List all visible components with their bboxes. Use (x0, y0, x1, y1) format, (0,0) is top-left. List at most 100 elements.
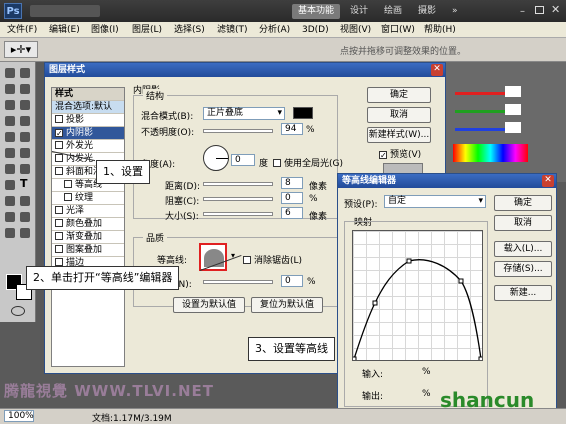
reset-default-button[interactable]: 复位为默认值 (251, 297, 323, 313)
menu-3d[interactable]: 3D(D) (299, 23, 332, 37)
shadow-color-swatch[interactable] (293, 107, 313, 119)
checkbox[interactable] (55, 258, 63, 266)
preset-select[interactable]: 自定 ▾ (384, 195, 486, 208)
size-slider[interactable] (203, 212, 273, 216)
eraser-tool-icon[interactable] (5, 148, 15, 158)
angle-input[interactable]: 0 (231, 154, 255, 166)
checkbox[interactable] (55, 245, 63, 253)
style-item-color-overlay[interactable]: 颜色叠加 (52, 218, 124, 231)
gradient-tool-icon[interactable] (20, 148, 30, 158)
workspace-essentials-button[interactable]: 基本功能 (292, 4, 341, 19)
marquee-tool-icon[interactable] (20, 68, 30, 78)
set-default-button[interactable]: 设置为默认值 (173, 297, 245, 313)
type-tool-icon[interactable]: T (20, 177, 28, 190)
style-item-pattern-overlay[interactable]: 图案叠加 (52, 244, 124, 257)
history-brush-tool-icon[interactable] (20, 132, 30, 142)
dodge-tool-icon[interactable] (20, 164, 30, 174)
blend-mode-select[interactable]: 正片叠底 ▾ (203, 107, 285, 120)
size-input[interactable]: 6 (281, 207, 303, 219)
checkbox[interactable] (64, 193, 72, 201)
opacity-slider[interactable] (203, 129, 273, 133)
checkbox[interactable] (64, 180, 72, 188)
checkbox[interactable] (55, 154, 63, 162)
new-style-button[interactable]: 新建样式(W)... (367, 127, 431, 143)
workspace-paint-button[interactable]: 绘画 (378, 4, 408, 19)
menu-select[interactable]: 选择(S) (171, 23, 208, 37)
style-item-inner-shadow[interactable]: ✓ 内阴影 (52, 127, 124, 140)
magic-wand-tool-icon[interactable] (20, 84, 30, 94)
menu-window[interactable]: 窗口(W) (378, 23, 418, 37)
workspace-more-button[interactable]: » (446, 4, 464, 19)
3d-rotate-tool-icon[interactable] (5, 212, 15, 222)
curve-point-end[interactable] (478, 356, 482, 360)
checkbox[interactable] (55, 206, 63, 214)
opacity-input[interactable]: 94 (281, 123, 303, 135)
move-tool-icon[interactable]: ▸✛▾ (4, 41, 38, 58)
angle-dial[interactable] (203, 145, 229, 171)
antialias-checkbox[interactable]: 消除锯齿(L) (243, 253, 302, 266)
contour-new-button[interactable]: 新建... (494, 285, 552, 301)
contour-graph[interactable] (352, 230, 483, 361)
menu-image[interactable]: 图像(I) (88, 23, 122, 37)
choke-input[interactable]: 0 (281, 192, 303, 204)
zoom-tool-icon[interactable] (20, 228, 30, 238)
stamp-tool-icon[interactable] (5, 132, 15, 142)
pen-tool-icon[interactable] (5, 180, 15, 190)
style-item-outer-glow[interactable]: 外发光 (52, 140, 124, 153)
contour-save-button[interactable]: 存储(S)... (494, 261, 552, 277)
menu-layer[interactable]: 图层(L) (129, 23, 165, 37)
menu-help[interactable]: 帮助(H) (421, 23, 459, 37)
menu-filter[interactable]: 滤镜(T) (214, 23, 251, 37)
curve-point[interactable] (372, 300, 378, 306)
minimize-icon[interactable]: – (520, 6, 525, 17)
shape-tool-icon[interactable] (20, 196, 30, 206)
checkbox[interactable] (55, 167, 63, 175)
global-light-checkbox[interactable]: 使用全局光(G) (273, 156, 343, 169)
curve-point[interactable] (458, 278, 464, 284)
preview-checkbox[interactable]: ✓ 预览(V) (379, 147, 421, 160)
checkbox-checked[interactable]: ✓ (55, 129, 63, 138)
close-icon[interactable]: ✕ (431, 64, 443, 76)
zoom-input[interactable]: 100% (4, 410, 34, 422)
style-item-gradient-overlay[interactable]: 渐变叠加 (52, 231, 124, 244)
path-select-tool-icon[interactable] (5, 196, 15, 206)
healing-tool-icon[interactable] (5, 116, 15, 126)
distance-slider[interactable] (203, 182, 273, 186)
contour-ok-button[interactable]: 确定 (494, 195, 552, 211)
contour-load-button[interactable]: 载入(L)... (494, 241, 552, 257)
menu-file[interactable]: 文件(F) (4, 23, 40, 37)
menu-analysis[interactable]: 分析(A) (256, 23, 293, 37)
eyedropper-tool-icon[interactable] (20, 100, 30, 110)
style-item-satin[interactable]: 光泽 (52, 205, 124, 218)
noise-input[interactable]: 0 (281, 275, 303, 287)
blur-tool-icon[interactable] (5, 164, 15, 174)
cancel-button[interactable]: 取消 (367, 107, 431, 123)
menu-edit[interactable]: 编辑(E) (46, 23, 83, 37)
quick-mask-icon[interactable] (11, 306, 25, 316)
lasso-tool-icon[interactable] (5, 84, 15, 94)
close-icon[interactable]: ✕ (542, 175, 554, 187)
checkbox[interactable] (55, 232, 63, 240)
ok-button[interactable]: 确定 (367, 87, 431, 103)
crop-tool-icon[interactable] (5, 100, 15, 110)
choke-slider[interactable] (203, 197, 273, 201)
checkbox[interactable] (55, 219, 63, 227)
curve-point-start[interactable] (353, 356, 357, 360)
style-item-texture[interactable]: 纹理 (52, 192, 124, 205)
checkbox[interactable] (55, 141, 63, 149)
contour-cancel-button[interactable]: 取消 (494, 215, 552, 231)
maximize-icon[interactable] (535, 6, 544, 14)
contour-picker[interactable] (199, 243, 227, 271)
workspace-photo-button[interactable]: 摄影 (412, 4, 442, 19)
menu-view[interactable]: 视图(V) (337, 23, 374, 37)
brush-tool-icon[interactable] (20, 116, 30, 126)
blend-options-item[interactable]: 混合选项:默认 (52, 101, 124, 114)
style-item-drop-shadow[interactable]: 投影 (52, 114, 124, 127)
curve-point[interactable] (406, 258, 412, 264)
checkbox[interactable] (55, 115, 63, 123)
3d-orbit-tool-icon[interactable] (20, 212, 30, 222)
noise-slider[interactable] (203, 280, 273, 284)
hand-tool-icon[interactable] (5, 228, 15, 238)
workspace-design-button[interactable]: 设计 (344, 4, 374, 19)
launch-bar-icons[interactable] (30, 5, 100, 17)
